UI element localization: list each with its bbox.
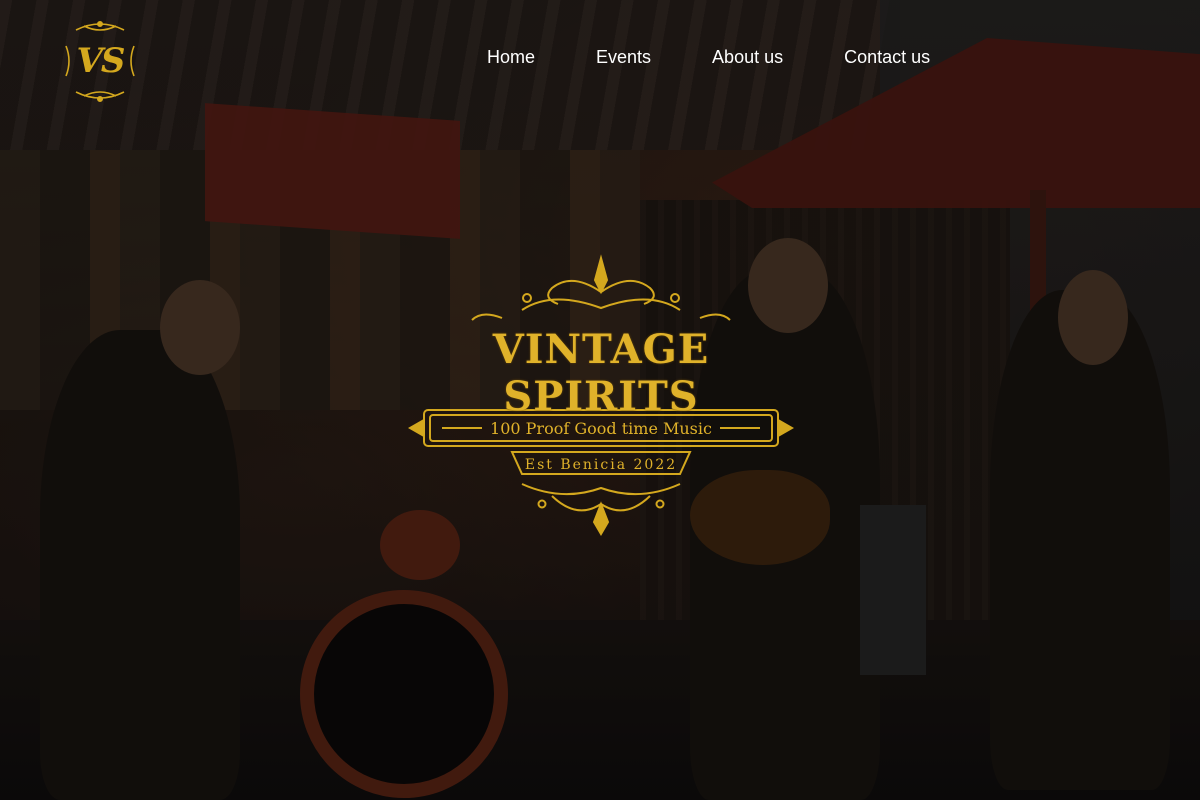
band-title: VINTAGE SPIRITS: [492, 326, 710, 420]
nav-about-us[interactable]: About us: [712, 47, 783, 68]
logo-monogram: VS: [76, 41, 126, 81]
band-emblem: VINTAGE SPIRITS 100 Proof Good time Musi…: [402, 252, 800, 537]
site-logo[interactable]: VS: [62, 16, 138, 106]
nav-contact-us[interactable]: Contact us: [844, 47, 930, 68]
band-tagline: 100 Proof Good time Music: [490, 419, 712, 438]
established-label: Est Benicia 2022: [524, 457, 678, 473]
hero-section: VS Home Events About us Contact us VINTA…: [0, 0, 1200, 800]
nav-events[interactable]: Events: [596, 47, 651, 68]
main-nav: Home Events About us Contact us: [487, 47, 930, 68]
nav-home[interactable]: Home: [487, 47, 535, 68]
